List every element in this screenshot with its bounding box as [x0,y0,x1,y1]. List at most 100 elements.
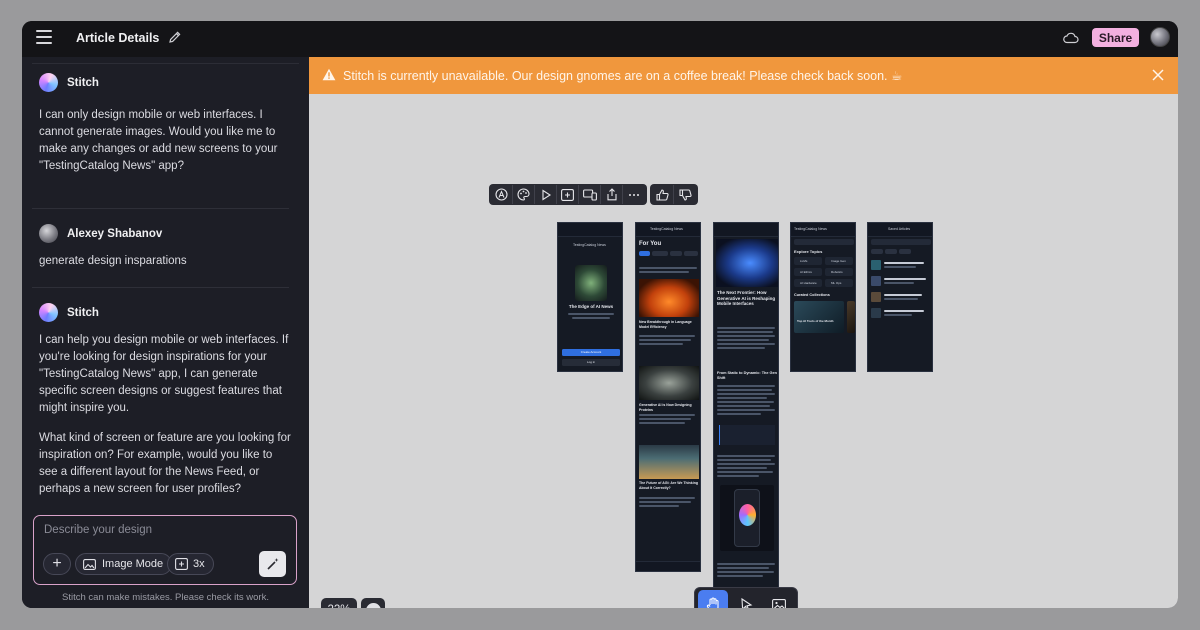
share-button[interactable]: Share [1092,28,1139,47]
screen-feed[interactable]: TestingCatalog News For You New Breakthr… [635,222,701,572]
article-image [639,366,699,400]
close-icon[interactable] [1151,68,1165,82]
screen-saved[interactable]: Saved Articles [867,222,933,372]
phone-graphic [739,504,756,526]
author-name: Stitch [67,306,99,319]
screen-subheading: From Static to Dynamic: The Gen Shift [717,371,777,380]
article-title: The Future of AGI: Are We Thinking About… [639,481,698,490]
zoom-level[interactable]: 22% [321,598,357,608]
design-canvas[interactable]: Stitch is currently unavailable. Our des… [309,57,1178,608]
preview-button[interactable] [535,185,557,204]
magic-wand-icon [266,558,278,570]
saved-thumb [871,276,881,286]
screen-article[interactable]: The Next Frontier: How Generative AI is … [713,222,779,608]
brand-button[interactable] [491,185,513,204]
more-button[interactable] [623,185,645,204]
saved-thumb [871,260,881,270]
topic-chip: ML Ops [825,279,853,287]
text-line [717,385,775,387]
text-line [639,414,695,416]
text-line [717,459,771,461]
text-line [717,563,775,565]
image-mode-button[interactable]: Image Mode [75,553,173,575]
variants-button[interactable]: 3x [167,553,214,575]
canvas-tools [694,587,798,608]
text-line [884,310,924,312]
chip [899,249,911,254]
image-mode-label: Image Mode [102,558,164,570]
chip [639,251,650,256]
brand-icon [495,188,508,201]
image-icon [772,599,786,608]
cloud-icon[interactable] [1062,30,1080,46]
text-line [717,347,765,349]
thumbs-up-icon [656,188,669,201]
chip [670,251,682,256]
text-line [717,343,775,345]
edit-icon[interactable] [168,30,182,44]
more-icon [629,193,639,196]
phone-frame [734,489,760,547]
prompt-input[interactable]: Describe your design [44,524,152,536]
text-line [717,409,775,411]
screen-explore[interactable]: TestingCatalog News Explore Topics LLMs … [790,222,856,372]
text-line [717,405,770,407]
text-line [572,317,610,319]
quote-block [719,425,775,445]
export-button[interactable] [601,185,623,204]
user-avatar [39,224,58,243]
stitch-avatar [39,73,58,92]
text-line [717,339,769,341]
top-bar: Article Details Share [22,21,1178,57]
menu-icon[interactable] [36,30,52,44]
search-bar [794,239,854,245]
feedback-toolbar [650,184,698,205]
thumbs-down-button[interactable] [674,185,696,204]
thumbs-up-button[interactable] [652,185,674,204]
message-text: What kind of screen or feature are you l… [39,432,291,495]
variants-label: 3x [193,558,205,570]
text-line [717,575,763,577]
add-screen-button[interactable] [557,185,579,204]
message-text: I can help you design mobile or web inte… [39,334,289,414]
article-title: New Breakthrough in Language Model Effic… [639,320,692,329]
disclaimer: Stitch can make mistakes. Please check i… [62,592,269,603]
generate-button[interactable] [259,551,286,577]
screen-app-name: TestingCatalog News [650,227,683,231]
text-line [884,278,926,280]
phone-illustration [720,485,774,551]
hand-tool[interactable] [698,590,728,608]
text-line [568,313,614,315]
screen-app-name: TestingCatalog News [794,227,827,231]
page-title: Article Details [76,31,160,45]
message-header: Stitch [39,303,99,322]
hero-image [575,265,607,301]
warning-icon [322,68,336,81]
text-line [639,501,691,503]
minimap-button[interactable] [361,598,385,608]
add-button[interactable]: + [43,553,71,575]
text-line [639,267,697,269]
share-icon [606,188,617,201]
text-line [717,389,772,391]
palette-icon [517,188,530,201]
app-window: Article Details Share Stitch I can only … [22,21,1178,608]
devices-button[interactable] [579,185,601,204]
avatar[interactable] [1150,27,1170,47]
image-tool[interactable] [764,590,794,608]
unavailable-banner: Stitch is currently unavailable. Our des… [309,57,1178,94]
text-line [639,497,695,499]
text-line [717,401,774,403]
theme-button[interactable] [513,185,535,204]
screen-onboarding[interactable]: TestingCatalog News The Edge of AI News … [557,222,623,372]
circle-icon [365,602,381,608]
text-line [639,335,695,337]
select-tool[interactable] [731,590,761,608]
article-image [639,279,699,317]
screen-heading: Explore Topics [794,249,823,254]
text-line [639,505,679,507]
search-bar [871,239,931,245]
topic-chip: AI Hardware [794,279,822,287]
prompt-composer[interactable]: Describe your design + Image Mode 3x [33,515,297,585]
cursor-icon [740,598,752,608]
